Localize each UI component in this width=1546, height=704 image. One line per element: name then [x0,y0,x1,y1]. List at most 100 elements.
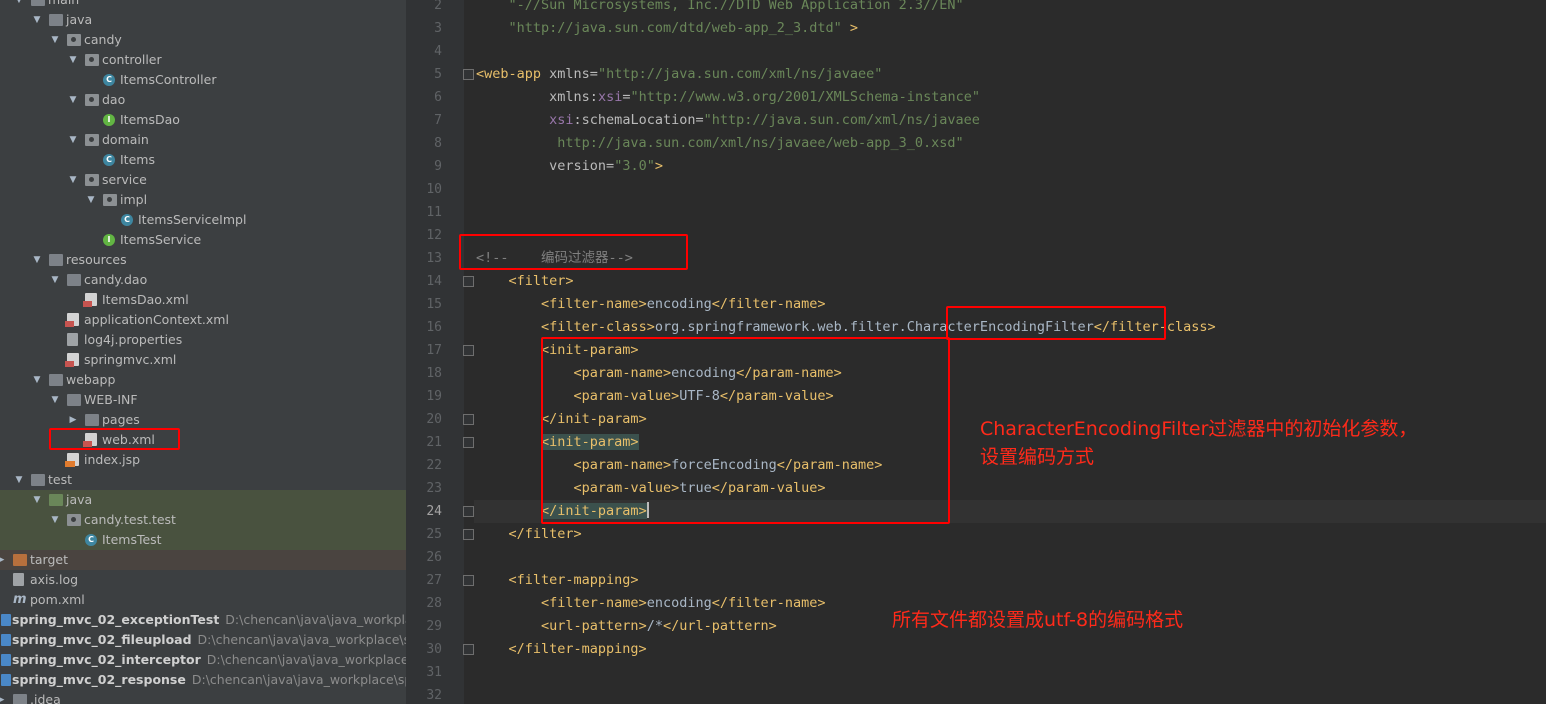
chevron-down-icon[interactable]: ▼ [31,250,43,270]
chevron-right-icon[interactable]: ▶ [0,550,7,570]
chevron-down-icon[interactable]: ▼ [13,470,25,490]
file-icon [13,573,24,586]
code-line[interactable]: http://java.sun.com/xml/ns/javaee/web-ap… [476,132,964,155]
tree-item[interactable]: ▼ test [0,470,406,490]
code-line[interactable]: "-//Sun Microsystems, Inc.//DTD Web Appl… [476,0,964,17]
tree-item[interactable]: I ItemsDao [0,110,406,130]
tree-item[interactable]: ▼ impl [0,190,406,210]
fold-marker-icon[interactable] [463,506,474,517]
chevron-down-icon[interactable]: ▼ [67,170,79,190]
code-token: "3.0" [614,158,655,174]
tree-item[interactable]: C ItemsTest [0,530,406,550]
annotation-note-init-params-line1: CharacterEncodingFilter过滤器中的初始化参数， [980,418,1418,440]
tree-item[interactable]: spring_mvc_02_interceptor D:\chencan\java… [0,650,406,670]
code-line[interactable]: </filter-mapping> [476,638,647,661]
code-line[interactable]: <web-app xmlns="http://java.sun.com/xml/… [476,63,882,86]
chevron-down-icon[interactable]: ▼ [49,510,61,530]
tree-item[interactable]: ▼ dao [0,90,406,110]
annotation-box-filter-class [946,306,1166,340]
line-number: 25 [426,527,442,542]
code-line[interactable]: <filter-name>encoding</filter-name> [476,293,826,316]
tree-item[interactable]: log4j.properties [0,330,406,350]
fold-marker-icon[interactable] [463,575,474,586]
chevron-down-icon[interactable]: ▼ [49,30,61,50]
chevron-down-icon[interactable]: ▼ [67,90,79,110]
tree-item[interactable]: I ItemsService [0,230,406,250]
tree-item[interactable]: ▼ domain [0,130,406,150]
tree-item[interactable]: index.jsp [0,450,406,470]
tree-item-label: .idea [30,692,61,704]
tree-item[interactable]: applicationContext.xml [0,310,406,330]
tree-item-label: service [102,172,147,187]
tree-item[interactable]: spring_mvc_02_exceptionTest D:\chencan\ja… [0,610,406,630]
fold-marker-icon[interactable] [463,345,474,356]
tree-item-label: ItemsTest [102,532,162,547]
chevron-down-icon[interactable]: ▼ [31,490,43,510]
code-line[interactable]: <filter-mapping> [476,569,639,592]
fold-marker-icon[interactable] [463,529,474,540]
fold-marker-icon[interactable] [463,276,474,287]
tree-item[interactable]: axis.log [0,570,406,590]
tree-item[interactable]: m pom.xml [0,590,406,610]
chevron-down-icon[interactable]: ▼ [85,190,97,210]
code-token: http://java.sun.com/xml/ns/javaee/web-ap… [557,135,964,151]
tree-item[interactable]: C ItemsServiceImpl [0,210,406,230]
code-token: xsi [549,112,574,128]
tree-item[interactable]: ▼ candy.test.test [0,510,406,530]
code-line[interactable]: xmlns:xsi="http://www.w3.org/2001/XMLSch… [476,86,980,109]
tree-item[interactable]: ▶ pages [0,410,406,430]
code-line[interactable]: xsi:schemaLocation="http://java.sun.com/… [476,109,980,132]
tree-item[interactable]: ▼ java [0,10,406,30]
code-line[interactable]: "http://java.sun.com/dtd/web-app_2_3.dtd… [476,17,859,40]
tree-item[interactable]: spring_mvc_02_response D:\chencan\java\ja… [0,670,406,690]
tree-item[interactable]: ▼ candy.dao [0,270,406,290]
chevron-down-icon[interactable]: ▼ [67,130,79,150]
tree-item[interactable]: ▼ WEB-INF [0,390,406,410]
tree-item[interactable]: ▼ webapp [0,370,406,390]
tree-item[interactable]: ▼ service [0,170,406,190]
code-line[interactable]: version="3.0"> [476,155,663,178]
tree-item[interactable]: ▼ controller [0,50,406,70]
chevron-down-icon[interactable]: ▼ [49,390,61,410]
code-line[interactable]: <filter-name>encoding</filter-name> [476,592,826,615]
package-icon [103,194,117,206]
code-line[interactable]: <filter> [476,270,574,293]
code-token: /* [646,618,663,634]
code-token: encoding [646,595,712,611]
tree-item[interactable]: springmvc.xml [0,350,406,370]
fold-marker-icon[interactable] [463,414,474,425]
tree-item[interactable]: spring_mvc_02_fileupload D:\chencan\java\… [0,630,406,650]
tree-item[interactable]: ▼ candy [0,30,406,50]
code-token: <filter> [508,273,574,289]
class-icon: C [103,74,115,86]
line-number: 24 [426,504,442,519]
code-line[interactable]: </filter> [476,523,582,546]
chevron-right-icon[interactable]: ▶ [0,690,7,704]
chevron-down-icon[interactable]: ▼ [31,10,43,30]
fold-marker-icon[interactable] [463,69,474,80]
tree-item-label: log4j.properties [84,332,183,347]
chevron-right-icon[interactable]: ▶ [67,410,79,430]
line-number: 27 [426,573,442,588]
line-number: 4 [434,44,442,59]
tree-item[interactable]: C ItemsController [0,70,406,90]
tree-item[interactable]: C Items [0,150,406,170]
chevron-down-icon[interactable]: ▼ [31,370,43,390]
chevron-down-icon[interactable]: ▼ [49,270,61,290]
tree-item[interactable]: ▼ java [0,490,406,510]
chevron-down-icon[interactable]: ▼ [67,50,79,70]
tree-item[interactable]: ▼ resources [0,250,406,270]
chevron-down-icon[interactable]: ▼ [13,0,25,10]
code-token: xmlns: [549,89,598,105]
tree-item[interactable]: ▶ .idea [0,690,406,704]
fold-marker-icon[interactable] [463,644,474,655]
tree-item[interactable]: ▶ target [0,550,406,570]
code-line[interactable]: <url-pattern>/*</url-pattern> [476,615,777,638]
tree-item-label: springmvc.xml [84,352,177,367]
tree-item[interactable]: ▼ main [0,0,406,10]
tree-item[interactable]: ItemsDao.xml [0,290,406,310]
line-number: 6 [434,90,442,105]
fold-marker-icon[interactable] [463,437,474,448]
